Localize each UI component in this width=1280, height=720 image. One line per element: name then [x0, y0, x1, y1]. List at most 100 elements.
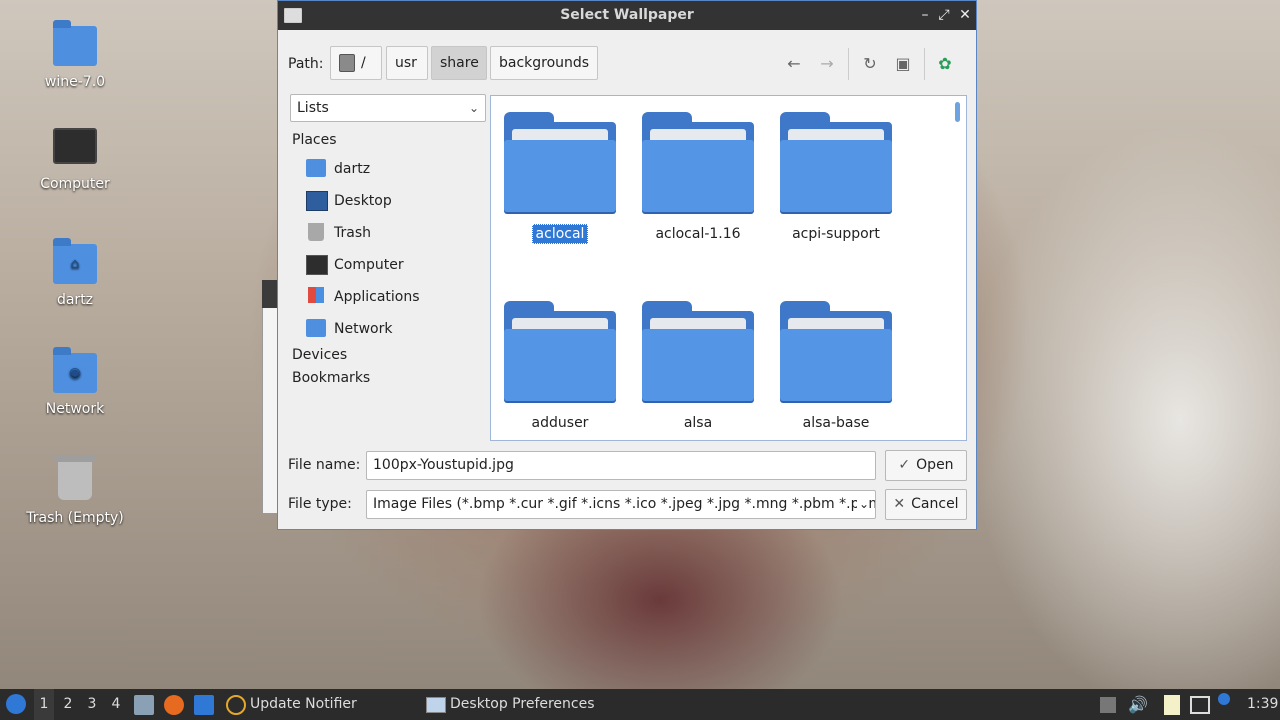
file-name: aclocal-1.16 [655, 226, 741, 242]
crumb-root[interactable]: / [330, 46, 382, 80]
toolbar-separator [924, 48, 925, 80]
file-type-label: File type: [288, 496, 352, 512]
close-icon[interactable]: ✕ [956, 5, 974, 25]
minimize-icon[interactable]: – [916, 5, 934, 25]
folder-icon [780, 301, 892, 401]
window-icon [426, 697, 446, 713]
file-item[interactable]: aclocal-1.16 [633, 112, 763, 242]
place-label: Desktop [334, 193, 392, 209]
vertical-scrollbar[interactable] [955, 102, 960, 122]
volume-icon[interactable]: 🔊 [1128, 689, 1148, 720]
file-manager-icon[interactable] [134, 695, 154, 715]
view-mode-select[interactable]: Lists ⌄ [290, 94, 486, 122]
crumb-share[interactable]: share [431, 46, 487, 80]
crumb-label: / [361, 55, 366, 71]
tray-arrow-icon[interactable] [1100, 697, 1116, 713]
place-label: Network [334, 321, 393, 337]
desktop-icon-wine[interactable]: wine-7.0 [20, 20, 130, 90]
folder-icon [642, 301, 754, 401]
file-name-input[interactable]: 100px-Youstupid.jpg [366, 451, 876, 480]
place-label: Trash [334, 225, 371, 241]
open-button[interactable]: ✓ Open [885, 450, 967, 481]
bookmarks-header[interactable]: Bookmarks [292, 370, 370, 386]
desktop-icon[interactable] [194, 695, 214, 715]
toolbar-separator [848, 48, 849, 80]
new-folder-icon[interactable]: ▣ [891, 52, 915, 76]
computer-icon [306, 255, 328, 275]
folder-icon [642, 112, 754, 212]
crumb-backgrounds[interactable]: backgrounds [490, 46, 598, 80]
crumb-usr[interactable]: usr [386, 46, 428, 80]
start-menu-icon[interactable] [6, 694, 26, 714]
file-type-select[interactable]: Image Files (*.bmp *.cur *.gif *.icns *.… [366, 490, 876, 519]
desktop-icon-label: Network [45, 401, 105, 417]
sidebar: Lists ⌄ Places dartz Desktop Trash Compu… [288, 94, 488, 434]
trash-icon [308, 223, 324, 241]
place-label: dartz [334, 161, 371, 177]
update-notifier-icon [226, 695, 246, 715]
workspace-2[interactable]: 2 [58, 689, 78, 720]
close-icon: ✕ [893, 496, 906, 512]
preview-toggle-icon[interactable]: ✿ [933, 52, 957, 76]
file-name: aclocal [495, 224, 625, 244]
folder-icon [504, 301, 616, 401]
file-item[interactable]: aclocal [495, 112, 625, 244]
dialog-title: Select Wallpaper [560, 7, 694, 23]
desktop-icon-network[interactable]: ◉ Network [20, 347, 130, 417]
forward-arrow-icon[interactable]: → [815, 52, 839, 76]
workspace-1[interactable]: 1 [34, 689, 54, 720]
desktop-icon-trash[interactable]: Trash (Empty) [20, 456, 130, 526]
notification-icon[interactable] [1218, 693, 1230, 705]
task-desktop-preferences[interactable]: Desktop Preferences [450, 689, 595, 720]
file-view[interactable]: aclocal aclocal-1.16 acpi-support adduse… [490, 95, 967, 441]
select-wallpaper-dialog: Select Wallpaper – ⤢ ✕ Path: / usr share… [277, 0, 977, 530]
disk-icon [339, 54, 355, 72]
network-tray-icon[interactable] [1190, 696, 1210, 714]
computer-icon-wrap [53, 128, 97, 168]
workspace-3[interactable]: 3 [82, 689, 102, 720]
task-update-notifier[interactable]: Update Notifier [250, 689, 357, 720]
path-label: Path: [288, 56, 324, 72]
background-window-titlebar[interactable] [262, 280, 278, 308]
clock[interactable]: 1:39 [1247, 689, 1278, 720]
maximize-icon[interactable]: ⤢ [935, 5, 953, 25]
trash-icon-wrap [53, 456, 97, 502]
network-folder-icon: ◉ [53, 347, 97, 393]
view-mode-value: Lists [297, 100, 329, 116]
back-arrow-icon[interactable]: ← [782, 52, 806, 76]
computer-icon [53, 128, 97, 164]
place-label: Applications [334, 289, 420, 305]
dialog-titlebar[interactable]: Select Wallpaper – ⤢ ✕ [278, 1, 976, 30]
file-item[interactable]: adduser [495, 301, 625, 431]
devices-header[interactable]: Devices [292, 347, 347, 363]
open-label: Open [916, 457, 954, 473]
file-name: acpi-support [792, 226, 880, 242]
network-folder-icon [306, 319, 326, 337]
file-item[interactable]: alsa [633, 301, 763, 431]
places-header: Places [292, 132, 337, 148]
file-item[interactable]: alsa-base [771, 301, 901, 431]
home-folder-icon [306, 159, 326, 177]
folder-icon [53, 20, 97, 66]
folder-icon [780, 112, 892, 212]
workspace-4[interactable]: 4 [106, 689, 126, 720]
desktop-icon-label: wine-7.0 [44, 74, 106, 90]
desktop-icon-computer[interactable]: Computer [20, 128, 130, 192]
trash-icon [54, 456, 96, 500]
clipboard-icon[interactable] [1164, 695, 1180, 715]
file-name-label: File name: [288, 457, 361, 473]
firefox-icon[interactable] [164, 695, 184, 715]
chevron-down-icon: ⌄ [856, 491, 869, 518]
file-type-value: Image Files (*.bmp *.cur *.gif *.icns *.… [373, 496, 876, 512]
cancel-button[interactable]: ✕ Cancel [885, 489, 967, 520]
desktop-icon [306, 191, 328, 211]
path-bar: Path: / usr share backgrounds ← → ↻ ▣ ✿ [278, 30, 976, 96]
file-name: alsa [683, 415, 713, 431]
chevron-down-icon: ⌄ [468, 101, 479, 115]
home-folder-icon: ⌂ [53, 238, 97, 284]
file-item[interactable]: acpi-support [771, 112, 901, 242]
cancel-label: Cancel [911, 496, 959, 512]
place-label: Computer [334, 257, 404, 273]
reload-icon[interactable]: ↻ [858, 52, 882, 76]
desktop-icon-dartz[interactable]: ⌂ dartz [20, 238, 130, 308]
